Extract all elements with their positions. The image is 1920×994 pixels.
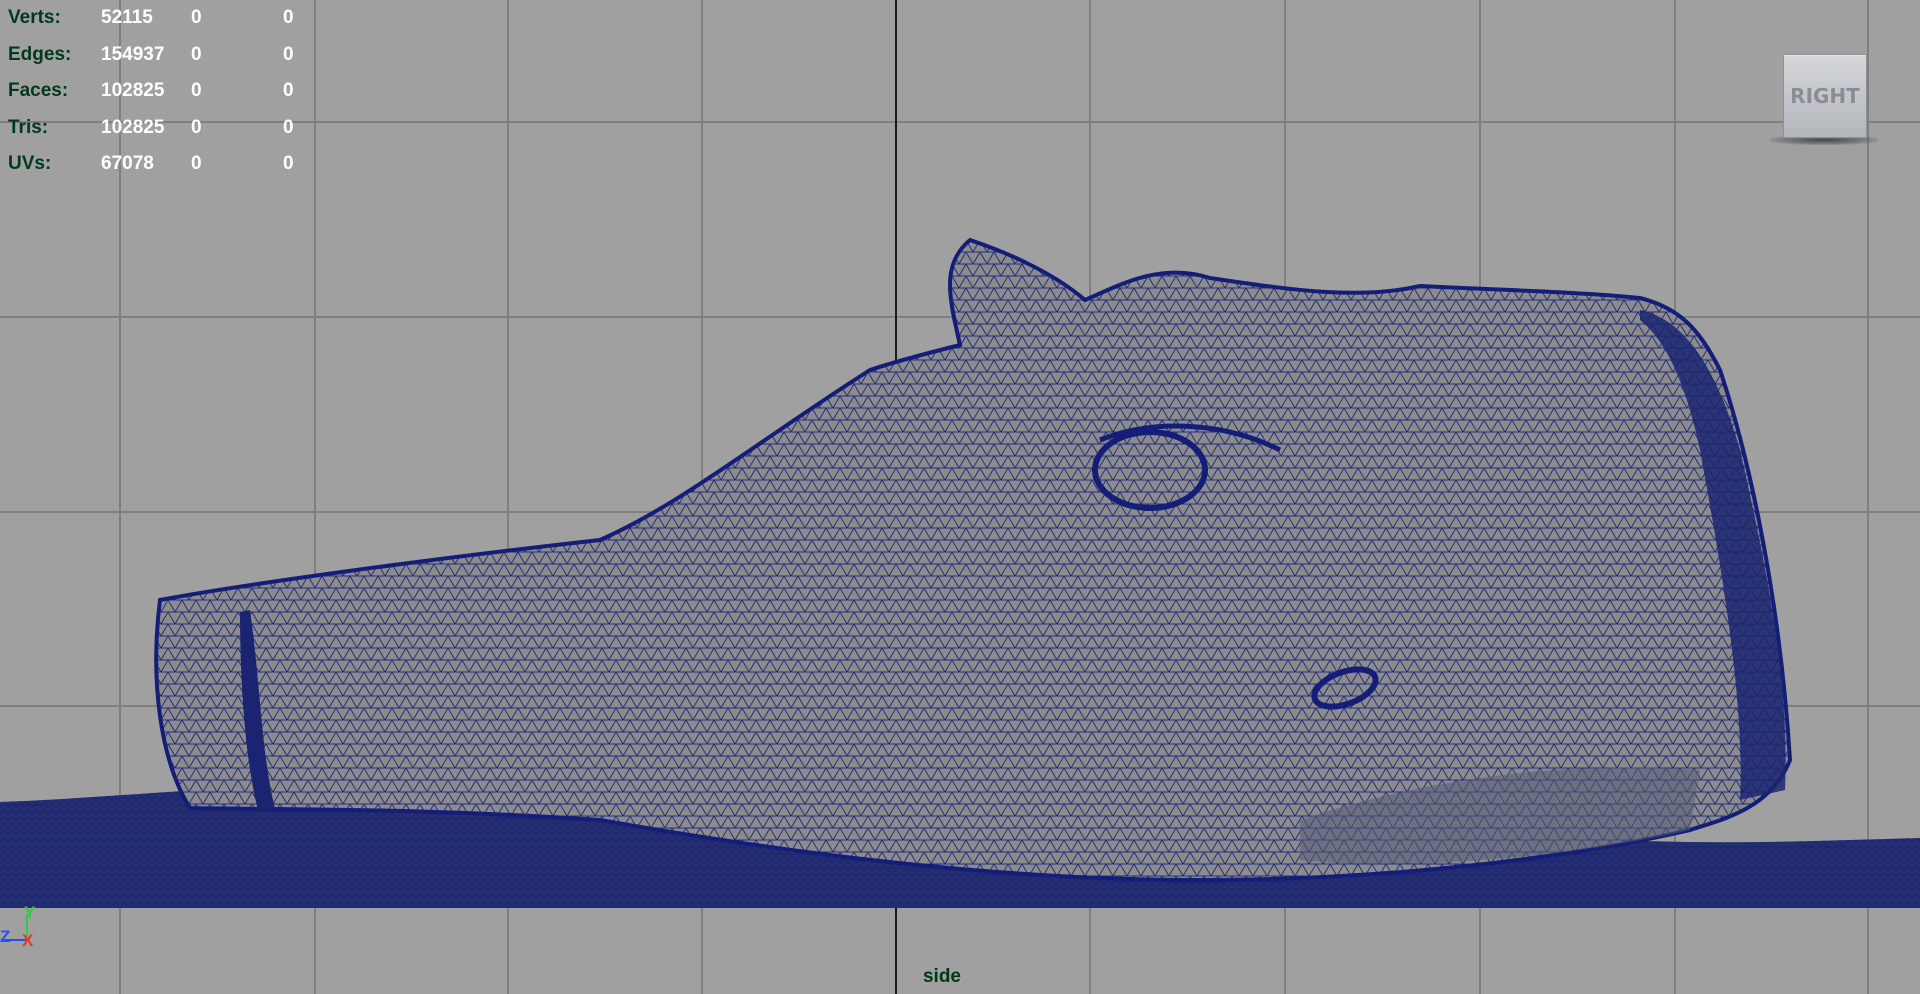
hud-label: UVs: (8, 153, 52, 174)
hud-value: 102825 (101, 80, 165, 101)
hud-label: Faces: (8, 80, 69, 101)
hud-value: 0 (283, 80, 294, 101)
hud-value: 67078 (101, 153, 154, 174)
hud-label: Edges: (8, 43, 72, 65)
axis-x-label: X (22, 931, 34, 950)
axis-y-label: Y (24, 904, 36, 922)
hud-value: 102825 (101, 116, 165, 138)
hud-value: 0 (191, 7, 202, 28)
axis-z-label: Z (0, 927, 10, 946)
hud-value: 0 (283, 7, 294, 28)
hud-value: 0 (191, 116, 202, 138)
hud-value: 154937 (101, 43, 165, 65)
hud-value: 0 (283, 116, 294, 138)
hud-value: 0 (283, 43, 294, 65)
axis-gizmo: Y Z X (0, 904, 36, 950)
hud-value: 0 (191, 80, 202, 101)
camera-name-label: side (922, 966, 962, 987)
hud-value: 0 (283, 153, 294, 174)
viewcube-label: RIGHT (1790, 84, 1860, 108)
viewport-side[interactable]: Verts: 52115 0 0 Edges: 154937 0 0 Faces… (0, 0, 1920, 994)
hud-value: 0 (191, 43, 202, 65)
hud-value: 0 (191, 153, 202, 174)
viewcube-right-button[interactable]: RIGHT (1783, 54, 1867, 138)
hud-label: Verts: (8, 7, 61, 28)
hud-value: 52115 (101, 7, 153, 28)
hud-label: Tris: (8, 116, 49, 138)
head-mesh[interactable] (154, 237, 1793, 883)
